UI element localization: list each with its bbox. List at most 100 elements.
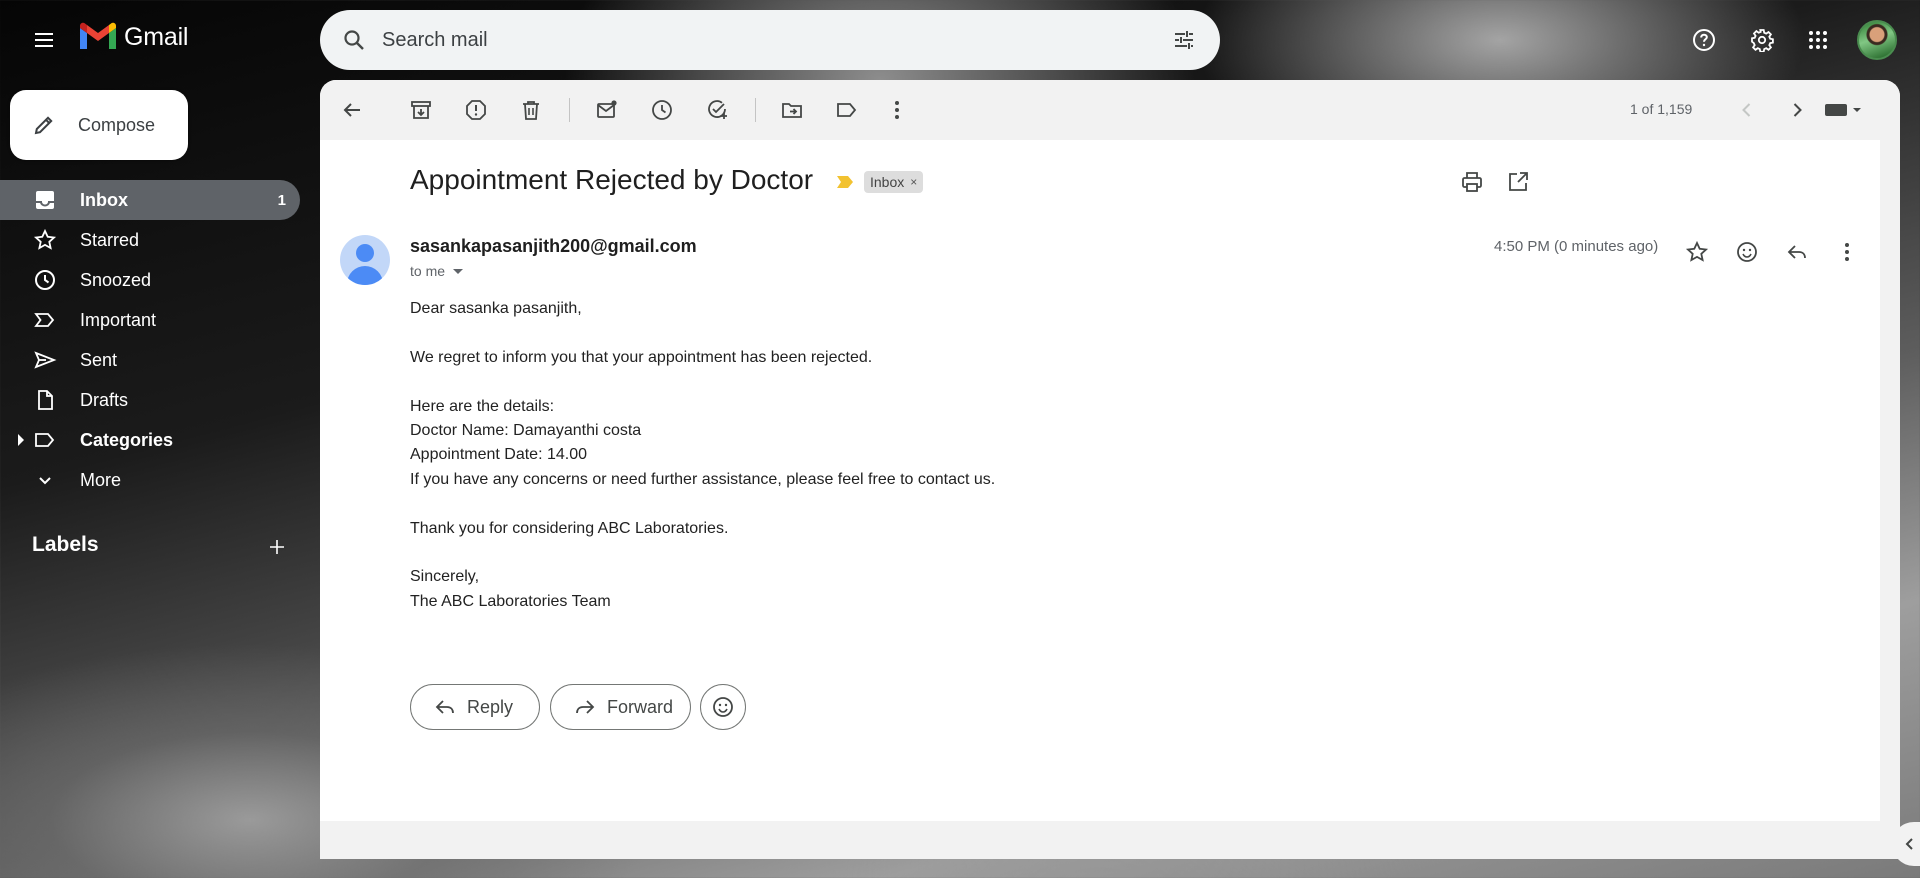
input-tools-icon <box>1825 104 1861 116</box>
unread-count: 1 <box>277 191 286 209</box>
star-message-button[interactable] <box>1677 232 1717 272</box>
inbox-icon <box>36 191 54 209</box>
reply-icon <box>1787 245 1806 259</box>
more-options-button[interactable] <box>877 90 917 130</box>
forward-label: Forward <box>607 696 674 717</box>
avatar-body <box>347 266 383 285</box>
reply-button[interactable] <box>1777 232 1817 272</box>
sidebar-item-label: Sent <box>80 349 118 370</box>
back-button[interactable] <box>332 90 372 130</box>
snooze-icon <box>652 100 672 120</box>
sidebar-item-sent[interactable]: Sent <box>0 340 300 380</box>
add-task-button[interactable] <box>697 90 737 130</box>
create-label-button[interactable] <box>262 532 292 562</box>
emoji-icon <box>1737 242 1757 262</box>
help-button[interactable] <box>1684 20 1724 60</box>
sidebar-item-more[interactable]: More <box>0 460 300 500</box>
archive-button[interactable] <box>401 90 441 130</box>
sidebar-item-label: More <box>80 469 122 490</box>
search-icon <box>344 30 364 50</box>
labels-icon <box>837 103 857 117</box>
label-icon <box>35 433 55 447</box>
toolbar-divider <box>755 98 756 122</box>
add-reaction-button[interactable] <box>1727 232 1767 272</box>
label-chip-text: Inbox <box>870 174 905 190</box>
forward-icon <box>576 700 595 714</box>
apps-button[interactable] <box>1798 20 1838 60</box>
forward-action-button[interactable]: Forward <box>550 684 691 730</box>
sidebar-item-label: Drafts <box>80 389 129 410</box>
body-signoff: Sincerely, <box>410 568 480 586</box>
account-avatar[interactable] <box>1857 20 1897 60</box>
open-new-window-button[interactable] <box>1498 162 1538 202</box>
sidebar-item-starred[interactable]: Starred <box>0 220 300 260</box>
body-details-heading: Here are the details: <box>410 397 555 415</box>
details-dropdown-icon[interactable] <box>453 268 464 274</box>
body-date: Appointment Date: 14.00 <box>410 446 588 464</box>
body-team: The ABC Laboratories Team <box>410 592 611 610</box>
archive-icon <box>411 101 431 119</box>
body-thanks: Thank you for considering ABC Laboratori… <box>410 519 729 537</box>
help-icon <box>1693 29 1715 51</box>
important-marker-icon[interactable] <box>837 176 853 188</box>
body-contact: If you have any concerns or need further… <box>410 470 996 488</box>
older-button[interactable] <box>1777 90 1817 130</box>
report-spam-button[interactable] <box>456 90 496 130</box>
main-menu-icon <box>35 33 53 47</box>
gmail-logo-icon <box>80 22 116 49</box>
apps-icon <box>1809 31 1827 49</box>
print-all-button[interactable] <box>1452 162 1492 202</box>
sidebar-item-important[interactable]: Important <box>0 300 300 340</box>
sidebar-item-categories[interactable]: Categories <box>0 420 300 460</box>
reply-icon <box>435 700 454 714</box>
labels-heading: Labels <box>32 533 99 556</box>
search-input[interactable] <box>382 28 1142 52</box>
message-panel: 1 of 1,159 Appointment Rejected by Docto… <box>320 80 1900 859</box>
search-options-button[interactable] <box>1164 20 1204 60</box>
expand-caret-icon[interactable] <box>18 434 24 446</box>
settings-icon <box>1751 29 1774 52</box>
main-menu-button[interactable] <box>24 20 64 60</box>
compose-button[interactable]: Compose <box>10 90 188 160</box>
sidebar-item-label: Categories <box>80 429 174 450</box>
star-icon <box>1685 240 1709 262</box>
settings-button[interactable] <box>1742 20 1782 60</box>
remove-label-button[interactable]: × <box>910 175 917 189</box>
search-button[interactable] <box>336 22 372 58</box>
sender-email[interactable]: sasankapasanjith200@gmail.com <box>410 236 697 257</box>
search-bar[interactable] <box>320 10 1220 70</box>
reply-action-button[interactable]: Reply <box>410 684 540 730</box>
body-doctor: Doctor Name: Damayanthi costa <box>410 422 642 439</box>
mark-unread-button[interactable] <box>587 90 627 130</box>
pencil-icon <box>34 116 53 135</box>
compose-label: Compose <box>78 114 156 135</box>
sidebar-item-snoozed[interactable]: Snoozed <box>0 260 300 300</box>
recipient-text: to me <box>410 263 446 279</box>
emoji-reaction-button[interactable] <box>700 684 746 730</box>
gmail-logo[interactable]: Gmail <box>78 22 188 52</box>
snooze-button[interactable] <box>642 90 682 130</box>
input-tools-button[interactable] <box>1813 90 1873 130</box>
delete-button[interactable] <box>511 90 551 130</box>
email-body: Dear sasanka pasanjith, We regret to inf… <box>410 297 995 614</box>
email-timestamp: 4:50 PM (0 minutes ago) <box>1494 238 1659 255</box>
recipient-details[interactable]: to me <box>410 263 464 279</box>
sender-avatar[interactable] <box>340 235 390 285</box>
sidebar-item-inbox[interactable]: Inbox 1 <box>0 180 300 220</box>
newer-button[interactable] <box>1727 90 1767 130</box>
reply-label: Reply <box>467 696 514 717</box>
move-to-button[interactable] <box>772 90 812 130</box>
labels-button[interactable] <box>827 90 867 130</box>
sidebar-item-label: Starred <box>80 229 140 250</box>
emoji-icon <box>713 697 733 717</box>
sidebar-item-drafts[interactable]: Drafts <box>0 380 300 420</box>
message-more-button[interactable] <box>1827 232 1867 272</box>
sidebar-item-label: Important <box>80 309 157 330</box>
inbox-label-chip: Inbox × <box>864 171 924 193</box>
star-icon <box>33 228 57 250</box>
email-subject: Appointment Rejected by Doctor <box>410 164 814 195</box>
mark-unread-icon <box>597 100 617 118</box>
open-in-new-icon <box>1509 172 1528 191</box>
sidebar-nav: Inbox 1 Starred Snoozed Important Sent D… <box>0 180 300 500</box>
gmail-logo-text: Gmail <box>124 22 189 51</box>
